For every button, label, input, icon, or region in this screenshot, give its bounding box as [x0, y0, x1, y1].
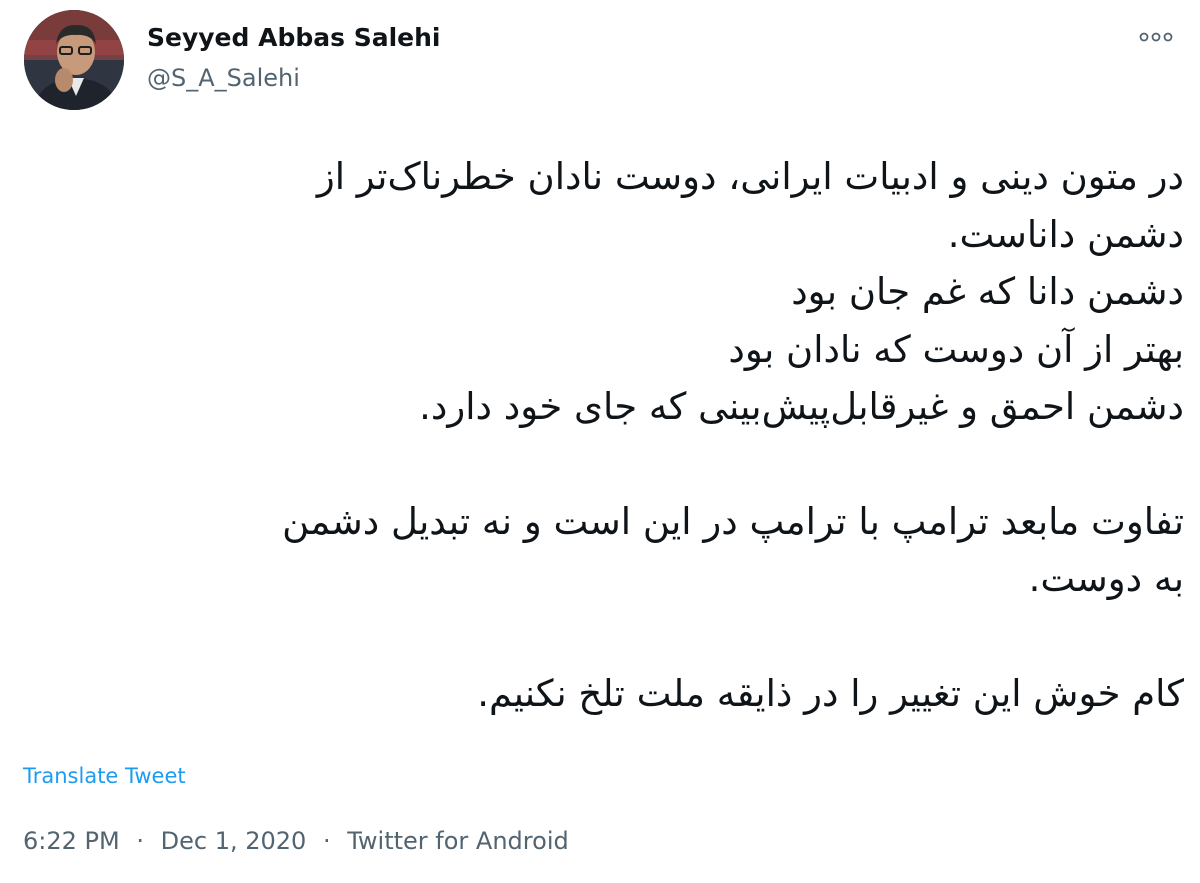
tweet-date[interactable]: Dec 1, 2020: [161, 827, 307, 855]
separator-dot: ·: [136, 827, 144, 855]
tweet-line: دشمن احمق و غیرقابل‌پیش‌بینی که جای خود …: [419, 385, 1184, 428]
tweet-line: کام خوش این تغییر را در ذایقه ملت تلخ نک…: [477, 671, 1184, 715]
tweet-line: دشمن داناست.: [947, 212, 1184, 256]
translate-tweet-link[interactable]: Translate Tweet: [23, 761, 186, 791]
tweet-text: در متون دینی و ادبیات ایرانی، دوست نادان…: [24, 148, 1184, 722]
more-options-icon[interactable]: [1136, 24, 1176, 50]
author-name[interactable]: Seyyed Abbas Salehi: [147, 22, 440, 54]
tweet-line: بهتر از آن دوست که نادان بود: [728, 327, 1184, 371]
tweet-metadata: 6:22 PM · Dec 1, 2020 · Twitter for Andr…: [23, 824, 569, 858]
tweet-source[interactable]: Twitter for Android: [347, 827, 568, 855]
tweet-line: در متون دینی و ادبیات ایرانی، دوست نادان…: [316, 155, 1184, 198]
tweet-line: دشمن دانا که غم جان بود: [791, 270, 1184, 313]
tweet-line: به دوست.: [1028, 557, 1184, 600]
tweet-card: Seyyed Abbas Salehi @S_A_Salehi در متون …: [0, 0, 1200, 883]
separator-dot: ·: [322, 827, 331, 855]
user-avatar-photo-icon: [24, 10, 124, 110]
tweet-time[interactable]: 6:22 PM: [23, 827, 120, 855]
author-handle[interactable]: @S_A_Salehi: [147, 63, 300, 93]
tweet-line: تفاوت مابعد ترامپ با ترامپ در این است و …: [282, 499, 1184, 543]
author-avatar[interactable]: [24, 10, 124, 110]
